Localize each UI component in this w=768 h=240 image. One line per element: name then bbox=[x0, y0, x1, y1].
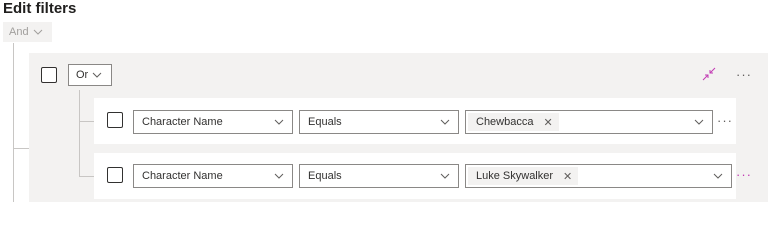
condition-dropdown[interactable]: Equals bbox=[299, 164, 459, 188]
tree-connector bbox=[13, 43, 14, 202]
chevron-down-icon bbox=[92, 70, 102, 80]
value-tag-label: Chewbacca bbox=[476, 116, 534, 128]
chevron-down-icon bbox=[713, 171, 723, 181]
page-title: Edit filters bbox=[3, 0, 77, 17]
chevron-down-icon bbox=[274, 171, 284, 181]
row-more-button[interactable]: ··· bbox=[717, 114, 733, 127]
remove-tag-icon[interactable]: ✕ bbox=[543, 116, 552, 129]
group-operator-dropdown[interactable]: Or bbox=[68, 64, 112, 86]
value-tag: Luke Skywalker ✕ bbox=[468, 167, 579, 185]
chevron-down-icon bbox=[33, 27, 43, 37]
chevron-down-icon bbox=[694, 117, 704, 127]
tree-connector bbox=[79, 90, 80, 176]
chevron-down-icon bbox=[440, 171, 450, 181]
chevron-down-icon bbox=[274, 117, 284, 127]
row-checkbox[interactable] bbox=[107, 112, 123, 128]
value-tag-label: Luke Skywalker bbox=[476, 170, 554, 182]
condition-value: Equals bbox=[308, 170, 342, 182]
remove-tag-icon[interactable]: ✕ bbox=[563, 170, 572, 183]
collapse-icon[interactable] bbox=[701, 66, 717, 82]
field-dropdown[interactable]: Character Name bbox=[133, 164, 293, 188]
group-checkbox[interactable] bbox=[41, 67, 57, 83]
row-more-button[interactable]: ··· bbox=[736, 168, 752, 181]
root-operator-label: And bbox=[9, 26, 29, 38]
condition-dropdown[interactable]: Equals bbox=[299, 110, 459, 134]
chevron-down-icon bbox=[440, 117, 450, 127]
field-dropdown[interactable]: Character Name bbox=[133, 110, 293, 134]
tree-connector bbox=[79, 121, 94, 122]
field-value: Character Name bbox=[142, 170, 223, 182]
tree-connector bbox=[79, 176, 94, 177]
root-operator-dropdown[interactable]: And bbox=[3, 22, 52, 42]
condition-value: Equals bbox=[308, 116, 342, 128]
tree-connector bbox=[13, 148, 29, 149]
group-operator-label: Or bbox=[76, 69, 89, 81]
group-more-button[interactable]: ··· bbox=[736, 68, 752, 81]
row-checkbox[interactable] bbox=[107, 167, 123, 183]
field-value: Character Name bbox=[142, 116, 223, 128]
value-tag: Chewbacca ✕ bbox=[468, 113, 559, 131]
